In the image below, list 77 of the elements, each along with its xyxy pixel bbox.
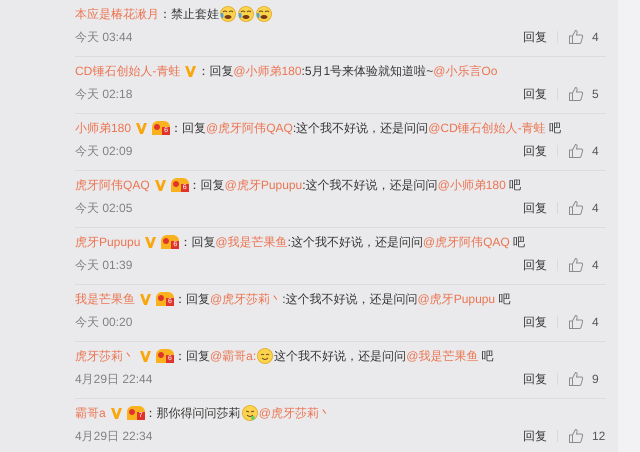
like-count: 4 <box>592 29 600 46</box>
comment-time: 今天 02:05 <box>75 200 132 217</box>
reply-link[interactable]: 回复 <box>523 28 547 46</box>
like-count: 4 <box>592 257 600 274</box>
comment-text: :这个我不好说，还是问问 <box>282 291 418 308</box>
mention-link[interactable]: @虎牙莎莉丶 <box>258 404 331 422</box>
comment-time: 今天 02:09 <box>75 143 132 160</box>
reply-link[interactable]: 回复 <box>523 427 547 445</box>
comment-text: ：禁止套娃 <box>159 6 219 23</box>
laughing-crying-face-icon <box>220 6 236 22</box>
reply-link[interactable]: 回复 <box>523 313 547 331</box>
drooling-face-icon <box>242 405 258 421</box>
comment-time: 4月29日 22:44 <box>75 371 152 388</box>
reply-link[interactable]: 回复 <box>523 85 547 103</box>
thumbs-up-icon[interactable] <box>568 29 584 45</box>
comment-text: :这个我不好说，还是问问 <box>288 234 423 251</box>
user-name[interactable]: CD锤石创始人-青蛙 <box>75 62 180 80</box>
comment-time: 今天 00:20 <box>75 314 132 331</box>
thumbs-up-icon[interactable] <box>568 428 584 444</box>
comment-time: 4月29日 22:34 <box>75 428 152 445</box>
thumbs-up-icon[interactable] <box>568 86 584 102</box>
comment-time: 今天 03:44 <box>75 29 132 46</box>
comment-text: ：回复 <box>174 291 210 308</box>
mention-link[interactable]: @CD锤石创始人-青蛙 <box>428 119 546 137</box>
like-count: 4 <box>592 314 600 331</box>
user-name[interactable]: 虎牙莎莉丶 <box>75 347 135 365</box>
user-name[interactable]: 虎牙Pupupu <box>75 233 140 251</box>
thumbs-up-icon[interactable] <box>568 200 584 216</box>
mention-link[interactable]: @虎牙阿伟QAQ <box>422 233 510 251</box>
thumbs-up-icon[interactable] <box>568 371 584 387</box>
comment-text: ：回复 <box>174 348 210 365</box>
mention-link[interactable]: @虎牙Pupupu <box>418 290 496 308</box>
mention-link[interactable]: @霸哥a: <box>210 347 256 365</box>
mention-link[interactable]: @小乐言Oo <box>433 62 498 80</box>
mention-link[interactable]: @虎牙阿伟QAQ <box>206 119 293 137</box>
mention-link[interactable]: @小师弟180 <box>233 62 302 80</box>
thumbs-up-icon[interactable] <box>568 143 584 159</box>
comment-text: :这个我不好说，还是问问 <box>302 177 438 194</box>
laughing-crying-face-icon <box>256 6 272 22</box>
comment-text: :这个我不好说，还是问问 <box>292 120 428 137</box>
user-name[interactable]: 我是芒果鱼 <box>75 290 135 308</box>
comment-text: 吧 <box>480 348 494 365</box>
comment-text: 吧 <box>512 234 526 251</box>
comment-text: 这个我不好说，还是问问 <box>274 348 406 365</box>
mention-link[interactable]: @我是芒果鱼 <box>215 233 288 251</box>
comment-text: 吧 <box>548 120 562 137</box>
comment-text: 吧 <box>497 291 510 308</box>
comment-text: 吧 <box>508 177 522 194</box>
reply-link[interactable]: 回复 <box>523 199 547 217</box>
reply-link[interactable]: 回复 <box>523 256 547 274</box>
user-name[interactable]: 小师弟180 <box>75 119 132 137</box>
thumbs-up-icon[interactable] <box>568 314 584 330</box>
comment-text: ：回复 <box>188 177 225 194</box>
smiling-face-icon <box>257 348 274 364</box>
reply-link[interactable]: 回复 <box>523 142 547 160</box>
comment-text: ：那你得问问莎莉 <box>144 405 241 422</box>
mention-link[interactable]: @虎牙莎莉丶 <box>210 290 282 308</box>
comment-text: ：回复 <box>179 234 216 251</box>
reply-link[interactable]: 回复 <box>523 370 547 388</box>
like-count: 12 <box>592 428 606 445</box>
like-count: 4 <box>592 200 600 217</box>
mention-link[interactable]: @小师弟180 <box>438 176 506 194</box>
comment-text: :5月1号来体验就知道啦~ <box>302 63 434 80</box>
thumbs-up-icon[interactable] <box>568 257 584 273</box>
laughing-crying-face-icon <box>238 6 254 22</box>
user-name[interactable]: 本应是椿花湫月 <box>75 5 159 23</box>
like-count: 5 <box>592 86 600 103</box>
comment-text: ：回复 <box>170 120 206 137</box>
user-name[interactable]: 虎牙阿伟QAQ <box>75 176 150 194</box>
like-count: 4 <box>592 143 600 160</box>
mention-link[interactable]: @虎牙Pupupu <box>224 176 302 194</box>
user-name[interactable]: 霸哥a <box>75 404 106 422</box>
comment-text: ：回复 <box>197 63 234 80</box>
like-count: 9 <box>592 371 600 388</box>
mention-link[interactable]: @我是芒果鱼 <box>406 347 478 365</box>
comment-time: 今天 01:39 <box>75 257 132 274</box>
comment-time: 今天 02:18 <box>75 86 132 103</box>
